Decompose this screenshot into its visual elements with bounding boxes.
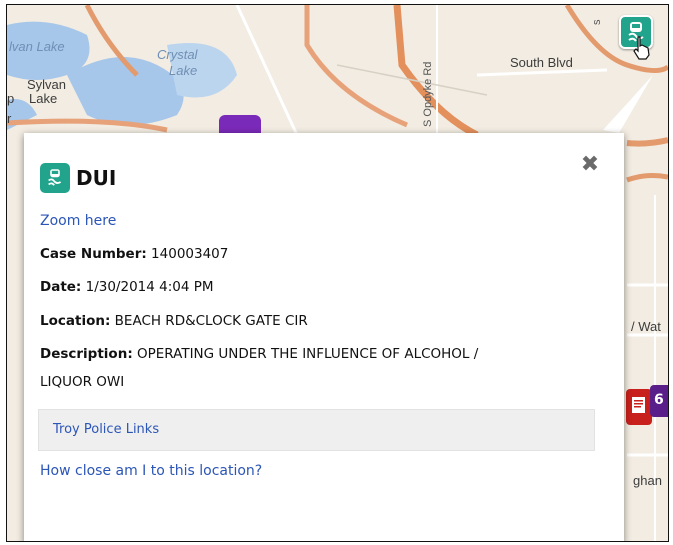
map-label-fragment: s [591, 19, 603, 26]
map-label-water: lvan Lake [9, 39, 65, 54]
map-label-street: South Blvd [510, 55, 573, 70]
popup-title-row: DUI [40, 163, 116, 193]
popup-title: DUI [76, 166, 117, 190]
map-label-fragment: / Wat [631, 319, 661, 334]
case-number-field: Case Number: 140003407 [40, 246, 228, 262]
close-x-icon[interactable]: ✖ [580, 154, 600, 176]
map-label-fragment: p [7, 91, 15, 106]
location-value: BEACH RD&CLOCK GATE CIR [110, 313, 308, 329]
case-number-value: 140003407 [146, 246, 229, 262]
location-field: Location: BEACH RD&CLOCK GATE CIR [40, 313, 308, 329]
major-road [626, 137, 668, 147]
map-label-water: Lake [169, 63, 198, 78]
map-label-place: Sylvan [27, 77, 67, 92]
map-label-street: S Opdyke Rd [422, 61, 434, 127]
marker-count: 6 [654, 392, 664, 408]
date-label: Date: [40, 279, 82, 295]
dui-marker-selected[interactable] [619, 15, 653, 60]
troy-police-links[interactable]: Troy Police Links [53, 422, 159, 437]
incident-marker[interactable] [626, 389, 652, 425]
document-icon [632, 397, 645, 413]
description-field: Description: OPERATING UNDER THE INFLUEN… [40, 346, 478, 362]
hand-cursor-icon [633, 36, 650, 60]
date-value: 1/30/2014 4:04 PM [81, 279, 214, 295]
description-label: Description: [40, 346, 133, 362]
map-label-fragment: ghan [633, 473, 662, 488]
major-road [626, 173, 668, 183]
incident-marker[interactable]: 6 [650, 385, 668, 417]
map-frame[interactable]: lvan Lake Crystal Lake Sylvan Lake p r S… [6, 4, 669, 542]
case-number-label: Case Number: [40, 246, 147, 262]
map-label-place: Lake [29, 91, 58, 106]
zoom-here-link[interactable]: Zoom here [40, 213, 116, 229]
description-value: OPERATING UNDER THE INFLUENCE OF ALCOHOL… [132, 346, 479, 362]
lake-water [67, 57, 184, 125]
minor-road [476, 68, 608, 77]
incident-popup: ✖ DUI Zoom here Case Number: 140003407 D… [24, 133, 624, 541]
description-value-continued: LIQUOR OWI [40, 374, 125, 390]
map-label-water: Crystal [157, 47, 198, 62]
major-road [304, 5, 408, 128]
popup-pointer [603, 75, 653, 133]
location-label: Location: [40, 313, 111, 329]
map-label-fragment: r [7, 111, 12, 126]
date-field: Date: 1/30/2014 4:04 PM [40, 279, 214, 295]
rail-line [336, 64, 488, 96]
how-close-link[interactable]: How close am I to this location? [40, 463, 262, 479]
police-links-box: Troy Police Links [38, 409, 595, 451]
car-skid-icon [40, 163, 70, 193]
